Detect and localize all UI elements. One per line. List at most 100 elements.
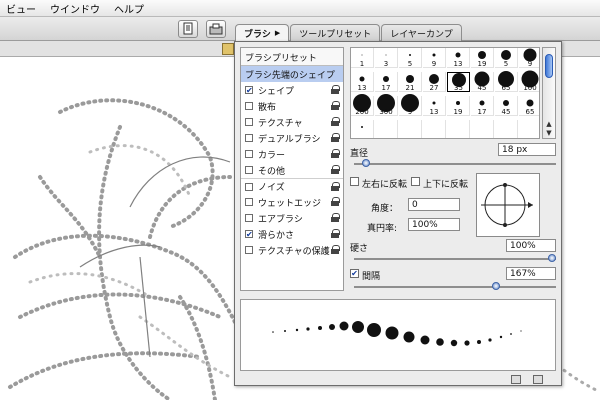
brush-tip[interactable] <box>495 120 518 138</box>
brush-tip[interactable] <box>399 120 422 138</box>
tab-brushes-label: ブラシ <box>244 29 271 40</box>
brush-tip[interactable] <box>423 120 446 138</box>
lock-icon[interactable] <box>331 85 340 94</box>
brush-tip[interactable]: 5 <box>495 48 518 68</box>
brush-tip[interactable]: 1 <box>351 48 374 68</box>
tab-brushes[interactable]: ブラシ ▶ <box>235 24 290 41</box>
scroll-up-icon[interactable]: ▲ <box>544 120 554 129</box>
lock-icon[interactable] <box>331 101 340 110</box>
section-checkbox[interactable] <box>245 134 253 142</box>
section-row[interactable]: 散布 <box>241 98 343 114</box>
lock-icon[interactable] <box>331 229 340 238</box>
section-row[interactable]: その他 <box>241 162 343 178</box>
brush-tip-label: 27 <box>429 84 439 92</box>
brush-presets-button[interactable]: ブラシプリセット <box>241 48 343 66</box>
lock-icon[interactable] <box>331 182 340 191</box>
spacing-checkbox[interactable]: ✔ <box>350 269 359 278</box>
roundness-field[interactable]: 100% <box>408 218 460 231</box>
section-row[interactable]: ブラシ先端のシェイプ <box>241 66 343 82</box>
menu-help[interactable]: ヘルプ <box>114 1 144 16</box>
section-checkbox[interactable]: ✔ <box>245 86 253 95</box>
hardness-slider-thumb[interactable] <box>548 254 556 262</box>
menu-window[interactable]: ウインドウ <box>50 1 100 16</box>
section-checkbox[interactable] <box>245 102 253 110</box>
flip-x-checkbox[interactable] <box>350 177 359 186</box>
section-checkbox[interactable]: ✔ <box>245 230 253 239</box>
diameter-slider[interactable] <box>354 159 556 167</box>
section-row[interactable]: ウェットエッジ <box>241 194 343 210</box>
section-row[interactable]: カラー <box>241 146 343 162</box>
brush-tip[interactable]: 17 <box>375 72 398 92</box>
spacing-field[interactable]: 167% <box>506 267 556 280</box>
brush-tip[interactable]: 9 <box>399 94 422 116</box>
hardness-slider[interactable] <box>354 254 556 262</box>
document-icon[interactable] <box>178 20 198 38</box>
brush-tip[interactable]: 9 <box>519 48 539 68</box>
brush-tip[interactable]: 100 <box>519 70 539 92</box>
brush-tip[interactable]: 200 <box>351 94 374 116</box>
brush-tip-dot <box>361 54 363 56</box>
section-checkbox[interactable] <box>245 246 253 254</box>
lock-icon[interactable] <box>331 117 340 126</box>
section-row[interactable]: テクスチャの保護 <box>241 242 343 258</box>
brush-tip[interactable]: 300 <box>375 94 398 116</box>
brush-tip[interactable]: 65 <box>495 71 518 92</box>
section-row[interactable]: ノイズ <box>241 178 343 194</box>
brush-tip[interactable]: 9 <box>423 48 446 68</box>
brush-tip[interactable] <box>447 120 470 138</box>
brush-tip[interactable]: 45 <box>471 71 494 92</box>
tab-layer-comps[interactable]: レイヤーカンプ <box>381 24 462 41</box>
brush-tip[interactable]: 3 <box>375 48 398 68</box>
diameter-field[interactable]: 18 px <box>498 143 556 156</box>
brush-tip[interactable]: 21 <box>399 72 422 92</box>
brush-tip[interactable]: 19 <box>471 48 494 68</box>
palette-well-icon[interactable] <box>206 20 226 38</box>
spacing-slider-thumb[interactable] <box>491 282 500 290</box>
section-row[interactable]: エアブラシ <box>241 210 343 226</box>
brush-tip[interactable]: 19 <box>447 96 470 116</box>
hardness-field[interactable]: 100% <box>506 239 556 252</box>
brush-tip[interactable] <box>351 120 374 138</box>
lock-icon[interactable] <box>331 133 340 142</box>
lock-icon[interactable] <box>331 245 340 254</box>
section-row[interactable]: ✔ 滑らかさ <box>241 226 343 242</box>
section-row[interactable]: デュアルブラシ <box>241 130 343 146</box>
tab-menu-arrow-icon[interactable]: ▶ <box>275 29 280 37</box>
section-checkbox[interactable] <box>245 182 253 191</box>
diameter-slider-thumb[interactable] <box>361 159 370 167</box>
section-checkbox[interactable] <box>245 166 253 174</box>
brush-tip[interactable]: 45 <box>495 96 518 116</box>
trash-icon[interactable] <box>533 375 543 384</box>
menu-view[interactable]: ビュー <box>6 1 36 16</box>
section-checkbox[interactable] <box>245 118 253 126</box>
tab-tool-presets[interactable]: ツールプリセット <box>290 24 381 41</box>
angle-roundness-widget[interactable] <box>476 173 540 237</box>
brush-tip[interactable]: 13 <box>423 96 446 116</box>
tip-grid-scrollbar[interactable]: ▲ ▼ <box>542 47 556 139</box>
section-row[interactable]: テクスチャ <box>241 114 343 130</box>
brush-tip[interactable]: 27 <box>423 72 446 92</box>
brush-tip[interactable] <box>519 120 539 138</box>
scroll-down-icon[interactable]: ▼ <box>544 129 554 138</box>
brush-tip[interactable]: 13 <box>447 48 470 68</box>
section-checkbox[interactable] <box>245 214 253 222</box>
section-checkbox[interactable] <box>245 150 253 158</box>
lock-icon[interactable] <box>331 149 340 158</box>
new-brush-icon[interactable] <box>511 375 521 384</box>
section-row[interactable]: ✔ シェイプ <box>241 82 343 98</box>
brush-tip[interactable] <box>471 120 494 138</box>
brush-tip[interactable] <box>375 120 398 138</box>
brush-tip[interactable]: 13 <box>351 72 374 92</box>
brush-tip[interactable]: 35 <box>447 72 470 92</box>
brush-tip[interactable]: 5 <box>399 48 422 68</box>
lock-icon[interactable] <box>331 165 340 174</box>
lock-icon[interactable] <box>331 197 340 206</box>
spacing-slider[interactable] <box>354 282 556 290</box>
brush-tip[interactable]: 65 <box>519 96 539 116</box>
brush-tip[interactable]: 17 <box>471 96 494 116</box>
angle-field[interactable]: 0 <box>408 198 460 211</box>
scrollbar-thumb[interactable] <box>545 54 553 78</box>
section-checkbox[interactable] <box>245 198 253 206</box>
lock-icon[interactable] <box>331 213 340 222</box>
flip-y-checkbox[interactable] <box>411 177 420 186</box>
